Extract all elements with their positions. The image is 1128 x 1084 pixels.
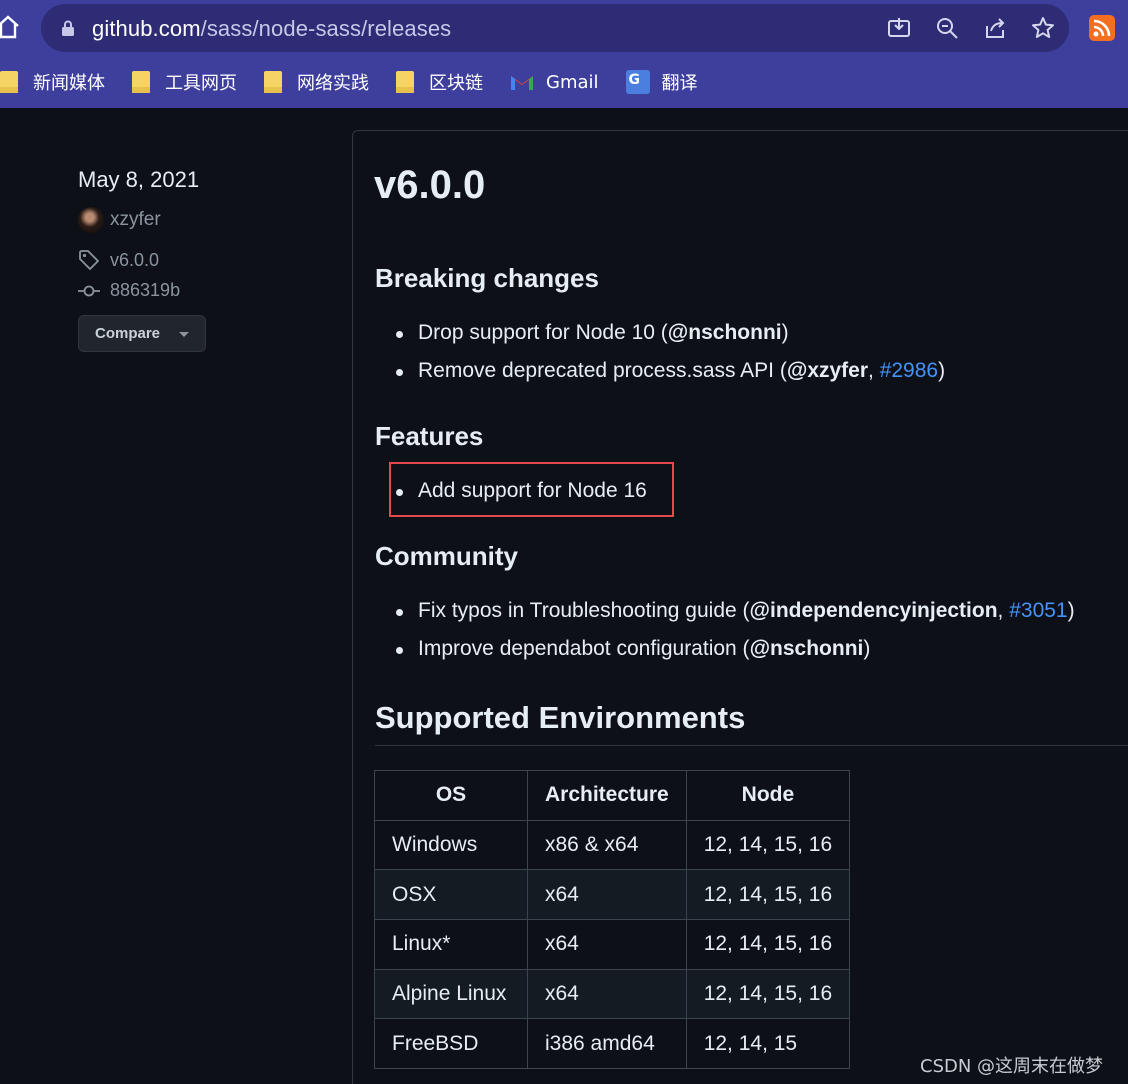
mention-link[interactable]: @xzyfer (787, 359, 868, 382)
avatar[interactable] (78, 207, 104, 233)
table-cell: 12, 14, 15, 16 (685, 869, 851, 921)
address-bar[interactable]: github.com/sass/node-sass/releases (41, 4, 1069, 52)
install-icon[interactable] (887, 16, 911, 40)
table-row: OSX x64 12, 14, 15, 16 (374, 869, 851, 921)
bookmark-news[interactable]: 新闻媒体 (0, 69, 105, 95)
section-heading-features: Features (375, 421, 484, 451)
divider (375, 745, 1128, 746)
bookmark-blockchain[interactable]: 区块链 (396, 69, 483, 95)
folder-icon (132, 71, 150, 93)
list-item: Drop support for Node 10 (@nschonni) (396, 320, 945, 358)
browser-chrome: github.com/sass/node-sass/releases 新闻媒体 … (0, 0, 1128, 108)
table-header-row: OS Architecture Node (374, 770, 851, 821)
mention-link[interactable]: @independencyinjection (750, 599, 998, 622)
table-row: Alpine Linux x64 12, 14, 15, 16 (374, 968, 851, 1020)
commit-icon (78, 285, 100, 296)
compare-button[interactable]: Compare (78, 315, 206, 352)
google-translate-icon (625, 70, 650, 94)
table-cell: x64 (527, 919, 687, 970)
mention-link[interactable]: @nschonni (668, 321, 782, 344)
table-cell: x64 (527, 968, 687, 1020)
table-row: Windows x86 & x64 12, 14, 15, 16 (374, 819, 851, 871)
table-cell: i386 amd64 (527, 1018, 687, 1070)
table-cell: 12, 14, 15, 16 (685, 919, 851, 970)
table-cell: 12, 14, 15, 16 (685, 968, 851, 1020)
table-cell: x86 & x64 (527, 819, 687, 871)
column-header: Architecture (527, 770, 687, 821)
url-text[interactable]: github.com/sass/node-sass/releases (92, 16, 451, 42)
table-cell: FreeBSD (374, 1018, 528, 1070)
bookmark-translate[interactable]: 翻译 (625, 69, 698, 95)
column-header: OS (374, 770, 528, 821)
rss-icon[interactable] (1089, 15, 1115, 41)
bookmark-network[interactable]: 网络实践 (264, 69, 369, 95)
tag-icon (79, 250, 99, 270)
release-author[interactable]: xzyfer (78, 207, 161, 233)
list-item: Remove deprecated process.sass API (@xzy… (396, 358, 945, 396)
breaking-list: Drop support for Node 10 (@nschonni) Rem… (396, 320, 945, 396)
bookmark-tools[interactable]: 工具网页 (132, 69, 237, 95)
release-tag[interactable]: v6.0.0 (78, 249, 159, 271)
release-title[interactable]: v6.0.0 (374, 163, 485, 208)
community-list: Fix typos in Troubleshooting guide (@ind… (396, 598, 1075, 674)
list-item: Fix typos in Troubleshooting guide (@ind… (396, 598, 1075, 636)
table-cell: OSX (374, 869, 528, 921)
table-row: Linux* x64 12, 14, 15, 16 (374, 919, 851, 970)
chevron-down-icon (179, 332, 189, 337)
lock-icon (62, 20, 74, 36)
star-icon[interactable] (1031, 16, 1055, 40)
section-heading-breaking: Breaking changes (375, 263, 599, 293)
table-cell: 12, 14, 15 (685, 1018, 851, 1070)
folder-icon (0, 71, 18, 93)
table-cell: x64 (527, 869, 687, 921)
table-cell: Windows (374, 819, 528, 871)
issue-link[interactable]: #2986 (880, 359, 938, 382)
environments-table: OS Architecture Node Windows x86 & x64 1… (374, 770, 851, 1070)
release-date: May 8, 2021 (78, 167, 200, 192)
gmail-icon (511, 76, 533, 90)
table-row: FreeBSD i386 amd64 12, 14, 15 (374, 1018, 851, 1070)
folder-icon (264, 71, 282, 93)
column-header: Node (685, 770, 851, 821)
list-item: Improve dependabot configuration (@nscho… (396, 636, 1075, 674)
folder-icon (396, 71, 414, 93)
mention-link[interactable]: @nschonni (750, 637, 864, 660)
bookmarks-bar: 新闻媒体 工具网页 网络实践 区块链 Gmail 翻译 (0, 64, 725, 100)
bookmark-gmail[interactable]: Gmail (510, 72, 599, 93)
highlight-box (389, 462, 674, 517)
watermark: CSDN @这周末在做梦 (920, 1056, 1104, 1077)
home-icon[interactable] (0, 14, 20, 40)
release-commit[interactable]: 886319b (78, 280, 180, 301)
zoom-icon[interactable] (935, 16, 959, 40)
table-cell: 12, 14, 15, 16 (685, 819, 851, 871)
table-cell: Alpine Linux (374, 968, 528, 1020)
issue-link[interactable]: #3051 (1009, 599, 1067, 622)
table-cell: Linux* (374, 919, 528, 970)
share-icon[interactable] (983, 16, 1007, 40)
section-heading-community: Community (375, 541, 518, 571)
section-heading-environments: Supported Environments (375, 700, 746, 735)
